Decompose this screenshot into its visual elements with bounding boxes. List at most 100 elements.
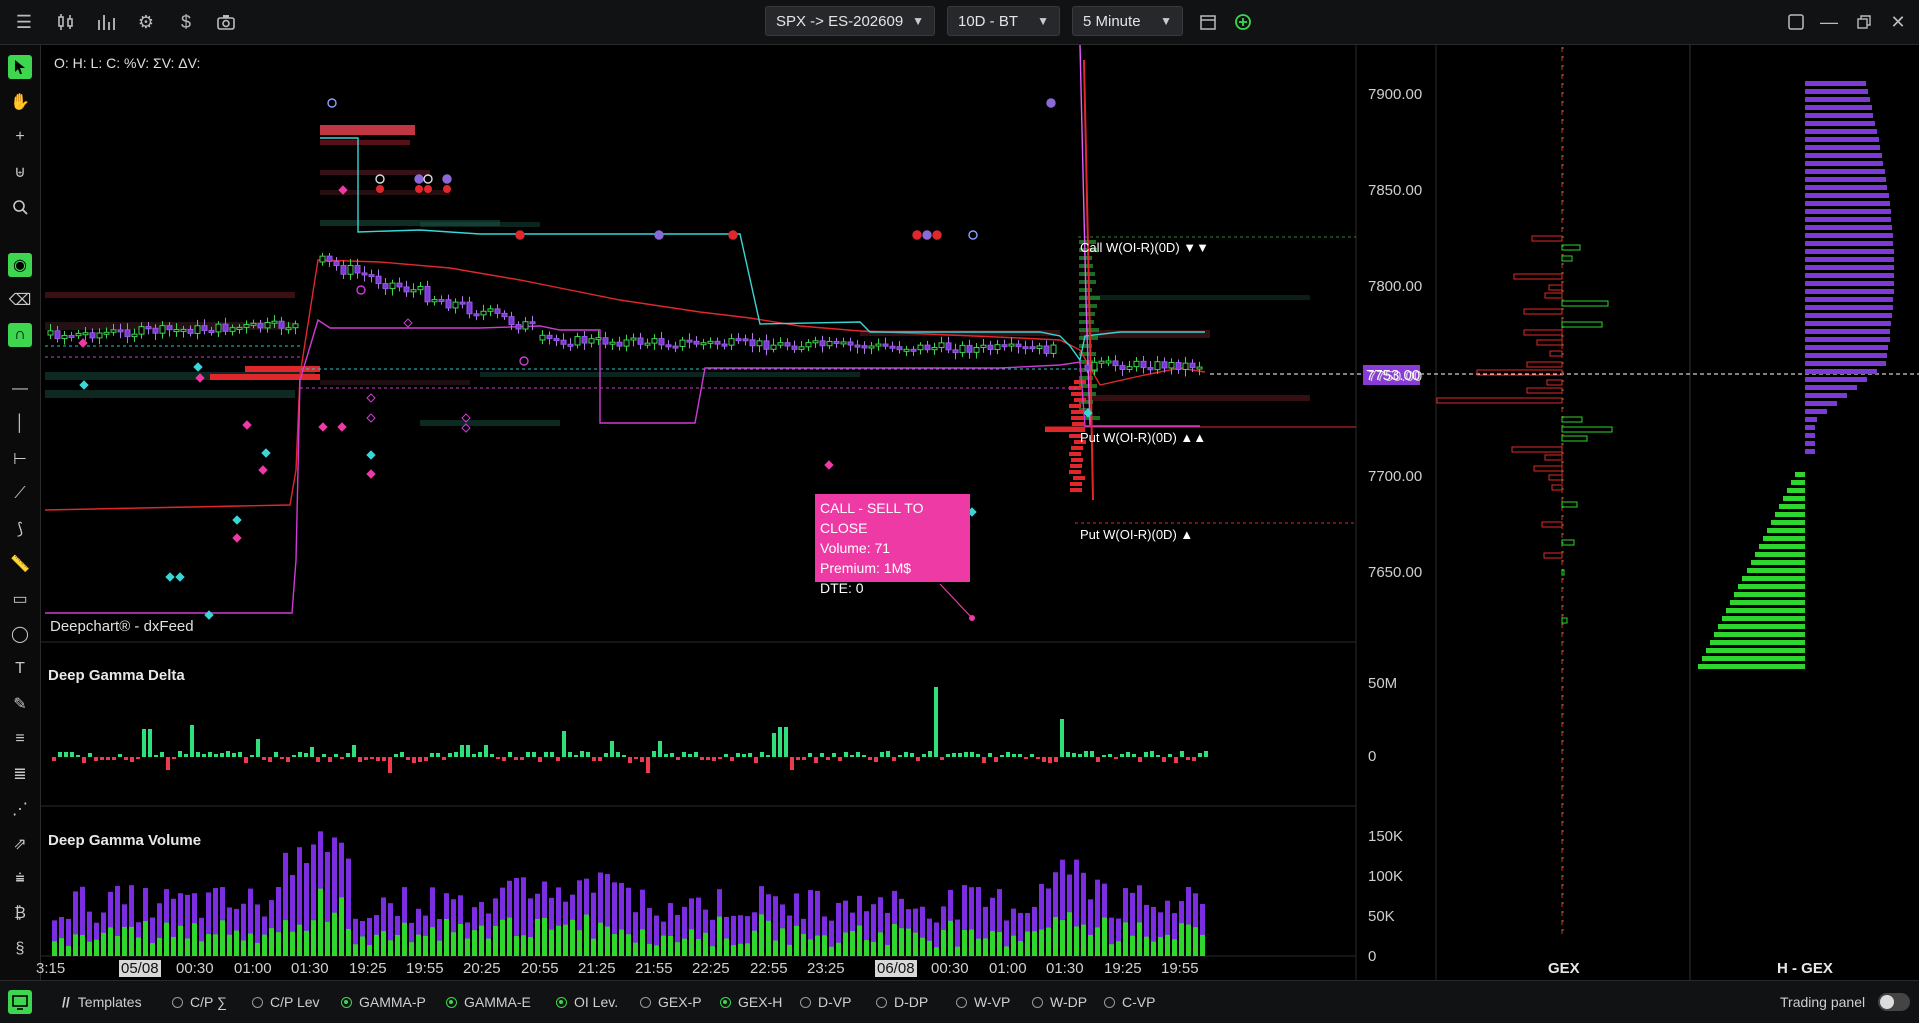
volume-bar-green — [1081, 924, 1086, 956]
candle — [1105, 360, 1112, 364]
delta-bar — [1126, 752, 1130, 757]
candle — [431, 299, 438, 303]
candle — [861, 345, 868, 349]
radio-icon — [172, 996, 183, 1008]
gex-bar — [1436, 397, 1563, 404]
delta-bar — [940, 757, 944, 760]
option-label: OI Lev. — [574, 994, 619, 1010]
volume-bar-green — [598, 922, 603, 956]
volume-bar-green — [857, 925, 862, 956]
gex-bar — [1561, 539, 1575, 546]
candle — [574, 336, 581, 346]
option-gex-h[interactable]: GEX-H — [720, 994, 782, 1010]
close-icon[interactable]: ✕ — [1886, 10, 1910, 34]
candle — [61, 334, 68, 340]
option-gamma-e[interactable]: GAMMA-E — [446, 994, 531, 1010]
dollar-icon[interactable]: $ — [174, 10, 198, 34]
option-w-vp[interactable]: W-VP — [956, 994, 1010, 1010]
bar-chart-icon[interactable] — [94, 10, 118, 34]
put-wall-text: Put W(OI-R)(0D) — [1080, 430, 1177, 445]
candle — [292, 323, 299, 329]
hgex-bar — [1805, 265, 1894, 270]
volume-bar-green — [318, 888, 323, 956]
hgex-bar — [1805, 161, 1883, 166]
gex-bar — [1544, 292, 1563, 299]
volume-bar-green — [1004, 946, 1009, 956]
delta-bar — [142, 729, 146, 757]
volume-bar-green — [1144, 936, 1149, 956]
hgex-bar — [1805, 217, 1891, 222]
volume-bar-green — [1130, 935, 1135, 956]
candle — [973, 347, 980, 353]
hgex-bar — [1771, 520, 1805, 525]
delta-bar — [886, 751, 890, 757]
delta-bar — [316, 757, 320, 762]
option-d-dp[interactable]: D-DP — [876, 994, 928, 1010]
volume-bar-green — [374, 934, 379, 956]
flow-diamond — [318, 422, 328, 432]
delta-bar — [472, 754, 476, 757]
candle — [117, 329, 124, 333]
flow-diamond — [193, 362, 203, 372]
flow-diamond — [824, 460, 834, 470]
delta-bar — [916, 757, 920, 761]
gex-bars — [1436, 235, 1613, 624]
templates-button[interactable]: // Templates — [62, 994, 142, 1010]
heatmap-cell — [1070, 488, 1082, 492]
delta-bar — [184, 754, 188, 757]
tooltip-line: DTE: 0 — [820, 580, 864, 596]
option-gex-p[interactable]: GEX-P — [640, 994, 702, 1010]
tooltip-line: CALL - SELL TO CLOSE — [820, 500, 924, 536]
tooltip-line: Premium: 1M$ — [820, 560, 912, 576]
range-dropdown[interactable]: 10D - BT ▼ — [947, 6, 1060, 36]
layout-icon[interactable] — [1784, 10, 1808, 34]
candle — [819, 340, 826, 347]
option-oi-lev[interactable]: OI Lev. — [556, 994, 618, 1010]
option-gamma-p[interactable]: GAMMA-P — [341, 994, 426, 1010]
time-tick: 19:55 — [406, 960, 444, 977]
option-c-vp[interactable]: C-VP — [1104, 994, 1155, 1010]
candle — [375, 275, 382, 285]
camera-icon[interactable] — [214, 10, 238, 34]
option-c-p[interactable]: C/P ∑ — [172, 994, 227, 1010]
candle — [595, 337, 602, 341]
restore-icon[interactable] — [1852, 10, 1876, 34]
delta-bar — [208, 752, 212, 757]
hgex-bar — [1775, 512, 1805, 517]
volume-bar-green — [472, 930, 477, 956]
delta-bar — [526, 752, 530, 757]
symbol-dropdown[interactable]: SPX -> ES-202609 ▼ — [765, 6, 935, 36]
add-chart-icon[interactable] — [1231, 10, 1255, 34]
interval-dropdown[interactable]: 5 Minute ▼ — [1072, 6, 1183, 36]
time-tick: 20:25 — [463, 960, 501, 977]
delta-bar — [676, 757, 680, 760]
volume-bar-green — [276, 932, 281, 956]
heatmap-cell — [1071, 410, 1083, 414]
flow-diamond — [232, 533, 242, 543]
hgex-bar — [1805, 425, 1815, 430]
hgex-bar — [1710, 640, 1805, 645]
candle — [243, 324, 250, 328]
radio-icon — [1032, 996, 1043, 1008]
option-d-vp[interactable]: D-VP — [800, 994, 851, 1010]
volume-bar-green — [1039, 929, 1044, 956]
delta-bar — [322, 754, 326, 757]
volume-bar-green — [178, 925, 183, 956]
option-w-dp[interactable]: W-DP — [1032, 994, 1087, 1010]
option-c-p-lev[interactable]: C/P Lev — [252, 994, 320, 1010]
candle — [1001, 344, 1008, 348]
delta-bar — [532, 752, 536, 757]
minimize-icon[interactable]: — — [1817, 10, 1841, 34]
calendar-icon[interactable] — [1196, 10, 1220, 34]
monitor-icon[interactable] — [8, 990, 32, 1014]
candle — [798, 346, 805, 350]
trading-panel-toggle[interactable] — [1878, 993, 1910, 1011]
delta-bar — [412, 757, 416, 763]
menu-icon[interactable]: ☰ — [12, 10, 36, 34]
gear-icon[interactable]: ⚙ — [134, 10, 158, 34]
candlestick-icon[interactable] — [54, 10, 78, 34]
volume-bar-green — [143, 921, 148, 956]
delta-bar — [748, 753, 752, 757]
candle — [602, 337, 609, 345]
delta-bar — [1132, 754, 1136, 757]
